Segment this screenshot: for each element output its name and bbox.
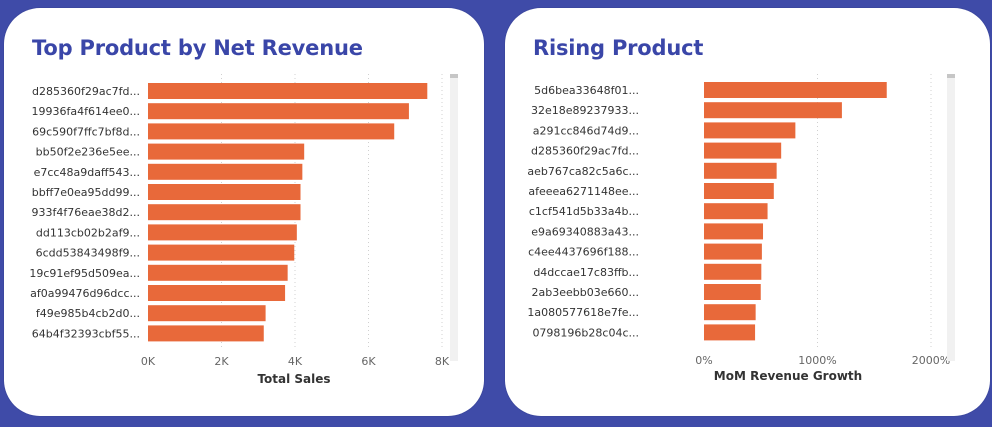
bar bbox=[148, 264, 288, 281]
bar bbox=[148, 204, 301, 221]
category-label: c4ee4437696f188... bbox=[528, 246, 639, 259]
x-axis-title: MoM Revenue Growth bbox=[714, 369, 862, 383]
bar bbox=[148, 224, 297, 241]
tick-label: 0% bbox=[695, 354, 712, 367]
bar bbox=[148, 305, 266, 322]
category-label: 32e18e89237933... bbox=[531, 104, 639, 117]
tick-label: 8K bbox=[435, 355, 450, 368]
top-product-card: Top Product by Net Revenue d285360f29ac7… bbox=[4, 8, 484, 416]
category-label: e9a69340883a43... bbox=[531, 225, 639, 238]
bar bbox=[704, 284, 761, 300]
bar bbox=[148, 184, 301, 200]
bar bbox=[148, 143, 305, 160]
category-label: e7cc48a9daff543... bbox=[34, 166, 140, 179]
scroll-thumb[interactable] bbox=[450, 74, 458, 78]
category-label: aeb767ca82c5a6c... bbox=[527, 165, 639, 178]
category-label: afeeea6271148ee... bbox=[528, 185, 639, 198]
bar bbox=[148, 163, 303, 180]
category-label: 1a080577618e7fe... bbox=[527, 306, 639, 319]
category-label: a291cc846d74d9... bbox=[533, 124, 639, 137]
rising-product-card: Rising Product 5d6bea33648f01... 32e18e89… bbox=[505, 8, 990, 416]
bar bbox=[148, 83, 428, 99]
rising-product-chart: 5d6bea33648f01... 32e18e89237933... a291cc… bbox=[527, 74, 950, 383]
bar bbox=[704, 82, 887, 98]
tick-label: 4K bbox=[288, 355, 303, 368]
bar bbox=[704, 102, 842, 119]
category-label: bb50f2e236e5ee... bbox=[36, 146, 140, 159]
top-product-chart: d285360f29ac7fd... 19936fa4f614ee0... 69c5… bbox=[29, 74, 450, 386]
tick-label: 6K bbox=[361, 355, 376, 368]
category-label: 5d6bea33648f01... bbox=[534, 84, 639, 97]
category-label: 0798196b28c04c... bbox=[532, 326, 639, 339]
category-label: 6cdd53843498f9... bbox=[36, 247, 140, 260]
bar bbox=[704, 203, 768, 220]
bar bbox=[704, 263, 762, 280]
scrollbar[interactable] bbox=[450, 74, 458, 361]
bar bbox=[704, 223, 764, 240]
bar bbox=[704, 243, 762, 260]
category-label: 933f4f76eae38d2... bbox=[32, 206, 140, 219]
category-label: dd113cb02b2af9... bbox=[36, 226, 140, 239]
category-label: 19936fa4f614ee0... bbox=[32, 105, 141, 118]
category-label: af0a99476d96dcc... bbox=[30, 287, 140, 300]
bar bbox=[704, 304, 756, 321]
bar bbox=[704, 142, 782, 159]
category-label: 19c91ef95d509ea... bbox=[29, 267, 140, 280]
x-axis-title: Total Sales bbox=[257, 372, 330, 386]
bar bbox=[148, 123, 395, 140]
scroll-thumb[interactable] bbox=[947, 74, 955, 78]
category-label: c1cf541d5b33a4b... bbox=[529, 205, 639, 218]
bar bbox=[148, 325, 264, 342]
category-label: d285360f29ac7fd... bbox=[531, 145, 639, 158]
bar bbox=[148, 244, 295, 261]
bar bbox=[704, 324, 756, 341]
category-label: 69c590f7ffc7bf8d... bbox=[32, 125, 140, 138]
bar bbox=[148, 103, 409, 120]
tick-label: 2K bbox=[214, 355, 229, 368]
category-label: 2ab3eebb03e660... bbox=[532, 286, 639, 299]
category-label: f49e985b4cb2d0... bbox=[36, 307, 140, 320]
scrollbar[interactable] bbox=[947, 74, 955, 361]
bar bbox=[704, 122, 796, 139]
tick-label: 2000% bbox=[912, 354, 950, 367]
bar bbox=[704, 162, 777, 179]
tick-label: 0K bbox=[141, 355, 156, 368]
category-label: d285360f29ac7fd... bbox=[32, 85, 140, 98]
category-label: 64b4f32393cbf55... bbox=[32, 327, 140, 340]
category-label: bbff7e0ea95dd99... bbox=[32, 186, 140, 199]
category-label: d4dccae17c83ffb... bbox=[533, 266, 639, 279]
bar bbox=[148, 285, 286, 301]
bar bbox=[704, 183, 774, 199]
tick-label: 1000% bbox=[798, 354, 836, 367]
